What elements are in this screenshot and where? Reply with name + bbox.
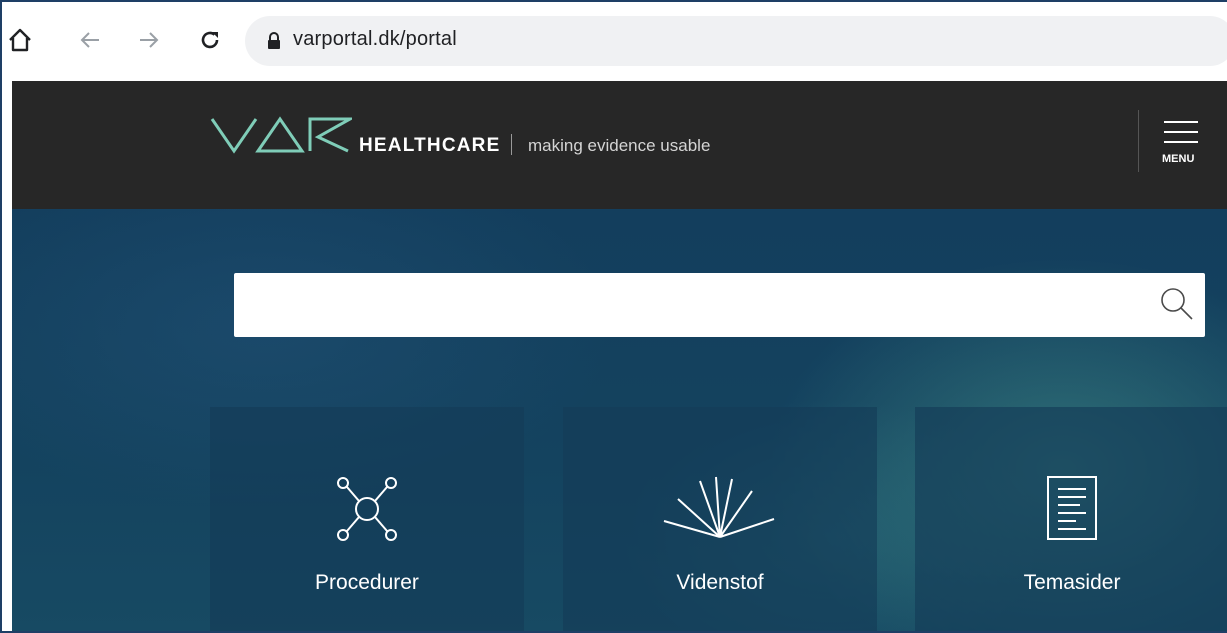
menu-divider — [1138, 110, 1139, 172]
tile-temasider[interactable]: Temasider — [915, 407, 1227, 631]
search-icon[interactable] — [1159, 286, 1195, 327]
reload-icon[interactable] — [194, 24, 226, 56]
menu-button[interactable]: MENU — [1160, 119, 1208, 169]
browser-window: varportal.dk/portal HEALTHCARE making ev… — [0, 0, 1227, 633]
address-bar[interactable]: varportal.dk/portal — [245, 16, 1227, 66]
header-separator — [511, 134, 512, 155]
tile-label: Videnstof — [676, 571, 764, 594]
forward-icon[interactable] — [133, 24, 165, 56]
lock-icon — [267, 32, 281, 55]
browser-toolbar: varportal.dk/portal — [2, 2, 1227, 78]
document-icon — [915, 475, 1227, 541]
tile-procedurer[interactable]: Procedurer — [210, 407, 524, 631]
search-box — [234, 273, 1205, 337]
tile-label: Temasider — [1023, 571, 1121, 594]
var-logo[interactable] — [210, 115, 356, 160]
site-header: HEALTHCARE making evidence usable MENU — [12, 81, 1227, 209]
search-input[interactable] — [234, 273, 1134, 337]
back-icon[interactable] — [74, 24, 106, 56]
network-icon — [210, 475, 524, 543]
hero-section: Procedurer Videnstof Temasider — [12, 209, 1227, 631]
menu-label: MENU — [1162, 153, 1195, 165]
tagline: making evidence usable — [528, 136, 711, 155]
tile-videnstof[interactable]: Videnstof — [563, 407, 877, 631]
hamburger-icon — [1164, 121, 1198, 123]
url-text: varportal.dk/portal — [293, 28, 457, 50]
fan-rays-icon — [563, 475, 877, 541]
brand-name: HEALTHCARE — [359, 135, 501, 156]
tile-label: Procedurer — [315, 571, 419, 594]
home-icon[interactable] — [4, 24, 36, 56]
